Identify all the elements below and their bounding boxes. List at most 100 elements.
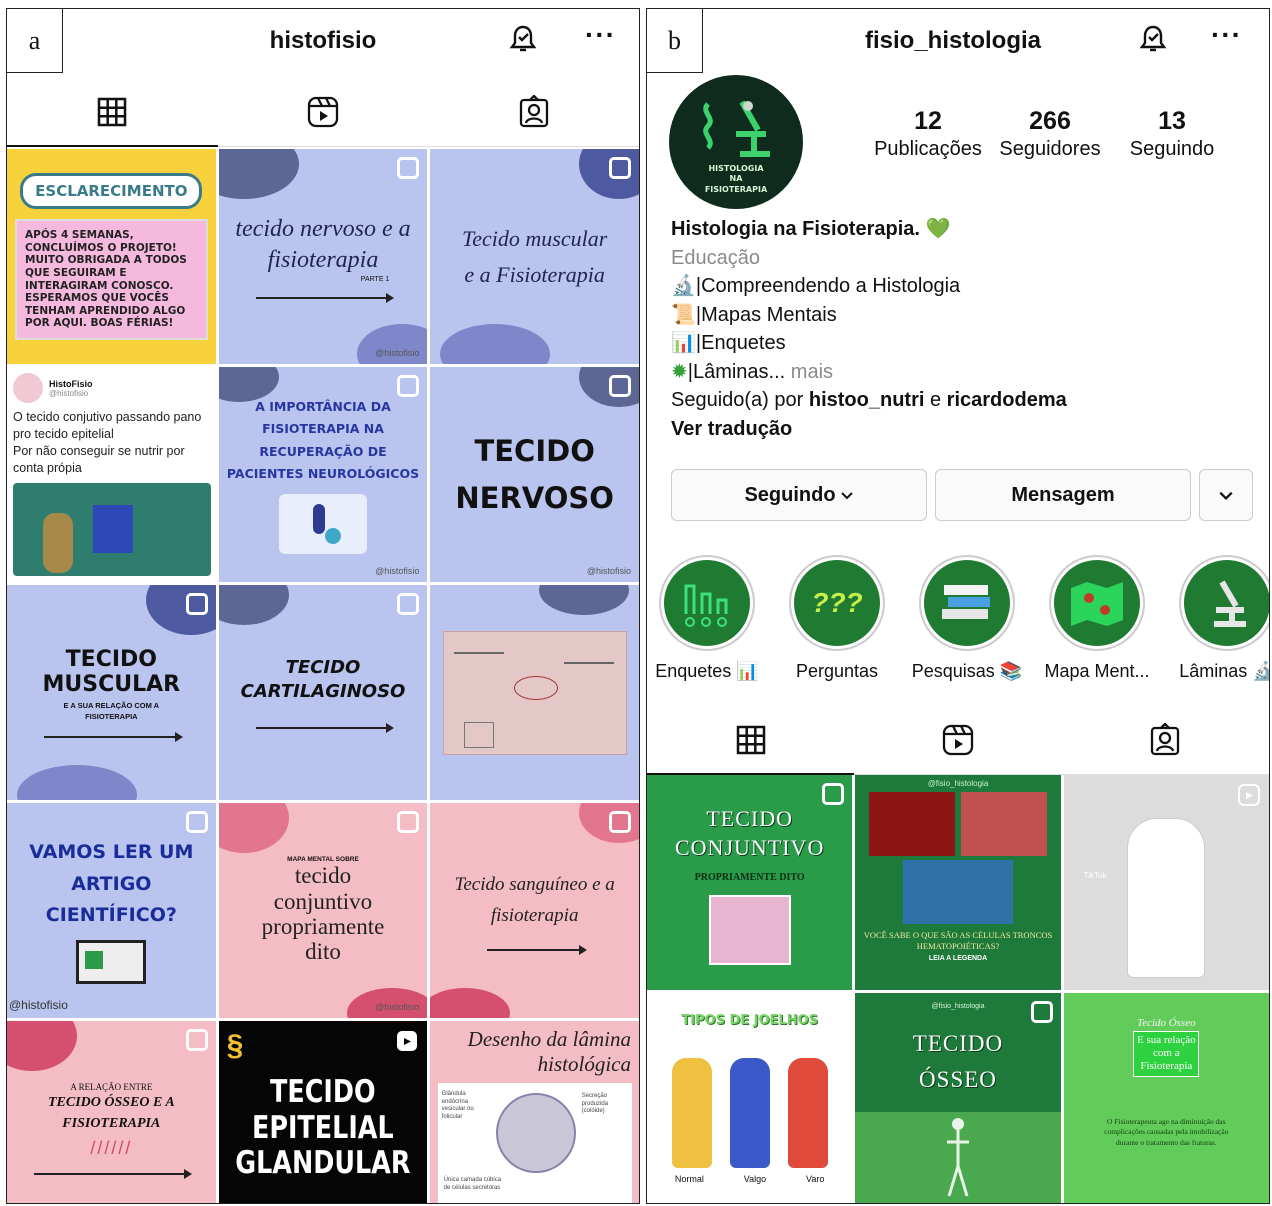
suggested-button[interactable]	[1199, 469, 1253, 521]
tab-tagged[interactable]	[1062, 705, 1269, 774]
post-title: Tecido muscular e a Fisioterapia	[462, 226, 608, 287]
reels-icon	[307, 96, 339, 127]
profile-category: Educação	[671, 246, 760, 269]
stat-followers[interactable]: 266 Seguidores	[989, 107, 1111, 161]
multiple-posts-icon	[185, 1029, 208, 1051]
follower-link[interactable]: histoo_nutri	[809, 389, 925, 411]
poll-icon	[684, 584, 728, 627]
illustration	[278, 493, 367, 554]
post-conjuntivo[interactable]: TECIDO CONJUNTIVO PROPRIAMENTE DITO	[647, 775, 853, 990]
post-title: Tecido sanguíneo e a fisioterapia	[454, 874, 615, 926]
post-desenho-lamina[interactable]: Desenho da lâmina histológica Glândula e…	[430, 1021, 639, 1203]
tab-reels[interactable]	[854, 705, 1061, 774]
multiple-posts-icon	[609, 811, 631, 833]
post-epitelial-glandular[interactable]: § TECIDO EPITELIAL GLANDULAR	[218, 1021, 428, 1203]
bell-check-icon[interactable]	[507, 23, 539, 55]
histology-drawing: Glândula endócrina vesicular ou folicula…	[437, 1083, 632, 1203]
post-tecido-muscular[interactable]: TECIDO MUSCULAR E A SUA RELAÇÃO COM A FI…	[7, 585, 216, 800]
multiple-posts-icon	[822, 783, 845, 805]
map-icon	[1071, 582, 1123, 626]
tab-grid[interactable]	[7, 77, 218, 147]
post-tecido-osseo-fisio[interactable]: A RELAÇÃO ENTRE TECIDO ÓSSEO E A FISIOTE…	[7, 1021, 216, 1203]
tab-grid[interactable]	[647, 705, 855, 775]
post-title: VAMOS LER UM ARTIGO CIENTÍFICO?	[29, 841, 194, 927]
post-tecido-muscular-fisio[interactable]: Tecido muscular e a Fisioterapia	[430, 149, 639, 364]
post-esclarecimento[interactable]: ESCLARECIMENTO APÓS 4 SEMANAS, CONCLUÍMO…	[7, 149, 216, 364]
post-tecido-sanguineo[interactable]: Tecido sanguíneo e a fisioterapia	[430, 803, 639, 1018]
post-body: APÓS 4 SEMANAS, CONCLUÍMOS O PROJETO! MU…	[15, 219, 208, 340]
post-tipos-joelhos[interactable]: TIPOS DE JOELHOS Normal Valgo Varo	[647, 993, 853, 1203]
story-highlights: Enquetes 📊 ??? Perguntas Pesquisas 📚 Map…	[655, 555, 1269, 682]
person-image	[1127, 817, 1206, 978]
handwritten-map-image	[442, 630, 627, 755]
microscope-icon	[1214, 580, 1246, 627]
highlight-pesquisas[interactable]: Pesquisas 📚	[912, 555, 1022, 682]
cells-image	[902, 860, 1013, 924]
more-options-icon[interactable]: ···	[1211, 19, 1242, 51]
post-celulas-tronco[interactable]: @fisio_histologia VOCÊ SABE O QUE SÃO AS…	[855, 775, 1061, 990]
post-tecido-osseo[interactable]: @fisio_histologia TECIDO ÓSSEO	[855, 993, 1061, 1203]
post-title: TECIDO ÓSSEO	[912, 1031, 1004, 1092]
translate-link[interactable]: Ver tradução	[671, 415, 1067, 444]
profile-username[interactable]: fisio_histologia	[865, 27, 1041, 55]
post-mind-map-photo[interactable]	[430, 585, 639, 800]
post-tecido-cartilaginoso[interactable]: TECIDO CARTILAGINOSO	[218, 585, 428, 800]
reels-icon	[1237, 784, 1260, 806]
scroll-icon: 📜	[671, 303, 696, 326]
message-button[interactable]: Mensagem	[935, 469, 1191, 521]
post-title: TECIDO CARTILAGINOSO	[240, 657, 406, 702]
panel-label: b	[647, 9, 703, 73]
meme-image	[13, 482, 211, 576]
microbe-icon: ✹	[671, 360, 688, 383]
post-tecido-nervoso-fisio[interactable]: tecido nervoso e a fisioterapia PARTE 1 …	[218, 149, 428, 364]
multiple-posts-icon	[185, 593, 208, 615]
post-osseo-relacao[interactable]: Tecido Ósseo E sua relação com a Fisiote…	[1063, 993, 1269, 1203]
more-options-icon[interactable]: ···	[585, 19, 616, 51]
post-conjuntivo-propriamente[interactable]: MAPA MENTAL SOBRE tecido conjuntivo prop…	[218, 803, 428, 1018]
post-tweet-meme[interactable]: HistoFisio @histofisio O tecido conjutiv…	[7, 367, 216, 582]
stat-posts[interactable]: 12 Publicações	[867, 107, 989, 161]
profile-actions: Seguindo Mensagem	[671, 469, 1253, 521]
top-bar: fisio_histologia ···	[647, 9, 1269, 73]
avatar[interactable]: HISTOLOGIA NA FISIOTERAPIA	[669, 75, 803, 209]
bell-check-icon[interactable]	[1137, 23, 1169, 55]
knees-illustration	[671, 1058, 828, 1168]
article-illustration	[76, 939, 147, 984]
histology-image	[708, 895, 791, 966]
stat-following[interactable]: 13 Seguindo	[1111, 107, 1233, 161]
post-title: TECIDO MUSCULAR	[42, 647, 181, 697]
profile-bio: Histologia na Fisioterapia. 💚 Educação 🔬…	[671, 215, 1067, 443]
profile-tabs	[7, 77, 639, 147]
post-reel-jaleco[interactable]: TikTok	[1063, 775, 1269, 990]
vessel-image	[960, 792, 1047, 856]
reels-icon	[942, 724, 974, 755]
tweet-text: O tecido conjutivo passando pano pro tec…	[13, 410, 202, 475]
top-bar: histofisio ···	[7, 9, 639, 73]
multiple-posts-icon	[397, 157, 420, 179]
post-grid: TECIDO CONJUNTIVO PROPRIAMENTE DITO @fis…	[647, 775, 1269, 1203]
following-button[interactable]: Seguindo	[671, 469, 927, 521]
microscope-icon: 🔬	[1252, 661, 1269, 681]
tab-reels[interactable]	[218, 77, 429, 146]
bar-chart-icon: 📊	[671, 332, 696, 354]
post-tecido-nervoso[interactable]: TECIDO NERVOSO @histofisio	[430, 367, 639, 582]
bio-more-link[interactable]: mais	[791, 361, 833, 383]
books-icon: 📚	[999, 661, 1023, 681]
highlight-laminas[interactable]: Lâminas 🔬	[1177, 555, 1269, 682]
multiple-posts-icon	[397, 375, 420, 397]
post-vamos-ler-artigo[interactable]: VAMOS LER UM ARTIGO CIENTÍFICO? @histofi…	[7, 803, 216, 1018]
post-title: tecido conjuntivo propriamente dito	[261, 863, 385, 965]
profile-tabs	[647, 705, 1269, 775]
tab-tagged[interactable]	[428, 77, 639, 146]
panel-label: a	[7, 9, 63, 73]
post-importancia-fisioterapia[interactable]: A IMPORTÂNCIA DA FISIOTERAPIA NA RECUPER…	[218, 367, 428, 582]
skeleton-icon	[947, 1118, 970, 1197]
profile-username[interactable]: histofisio	[270, 27, 377, 55]
highlight-enquetes[interactable]: Enquetes 📊	[655, 555, 759, 682]
post-title: TECIDO ÓSSEO E A FISIOTERAPIA	[47, 1095, 175, 1131]
highlight-mapa-mental[interactable]: Mapa Ment...	[1044, 555, 1150, 682]
follower-link[interactable]: ricardodema	[947, 389, 1067, 411]
post-title: TECIDO CONJUNTIVO	[675, 806, 825, 860]
profile-stats: 12 Publicações 266 Seguidores 13 Seguind…	[867, 107, 1233, 161]
highlight-perguntas[interactable]: ??? Perguntas	[787, 555, 887, 682]
